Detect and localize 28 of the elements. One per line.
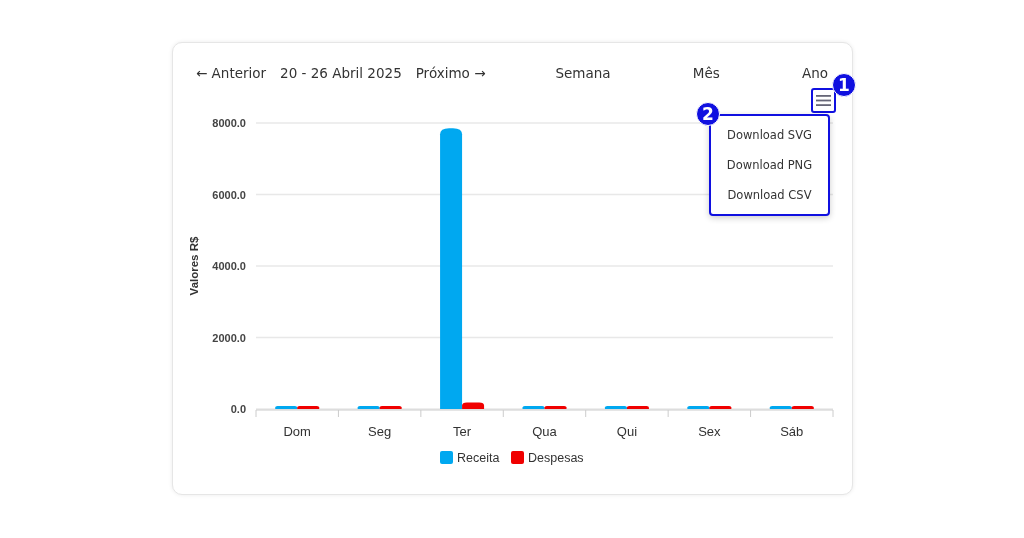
menu-item[interactable]: Download SVG <box>727 128 812 142</box>
x-tick-label: Dom <box>283 424 311 439</box>
x-tick-label: Qui <box>616 424 638 439</box>
y-tick-label: 4000.0 <box>212 260 246 272</box>
date-range: 20 - 26 Abril 2025 <box>280 65 402 81</box>
menu-button[interactable] <box>811 88 836 113</box>
next-button[interactable]: Próximo → <box>415 65 486 81</box>
menu-icon <box>816 95 831 106</box>
menu-item[interactable]: Download PNG <box>726 158 813 172</box>
legend-label[interactable]: Despesas <box>528 451 584 465</box>
period-button[interactable]: Mês <box>692 65 720 81</box>
x-tick-label: Ter <box>453 424 472 439</box>
period-button[interactable]: Ano <box>801 65 828 81</box>
menu-item[interactable]: Download CSV <box>727 188 812 202</box>
x-tick-label: Seg <box>368 424 392 439</box>
y-axis-title: Valores R$ <box>188 236 200 296</box>
y-tick-label: 8000.0 <box>212 117 246 129</box>
y-tick-label: 0.0 <box>230 403 246 415</box>
x-tick-label: Qua <box>532 424 557 439</box>
annotation-badge: 1 <box>832 73 856 97</box>
y-tick-label: 2000.0 <box>212 331 246 344</box>
y-tick-label: 6000.0 <box>212 188 246 201</box>
period-button[interactable]: Semana <box>555 65 611 81</box>
annotation-badge: 2 <box>696 102 720 126</box>
x-tick-label: Sáb <box>780 424 804 439</box>
legend-label[interactable]: Receita <box>457 451 500 465</box>
previous-button[interactable]: ← Anterior <box>196 65 267 81</box>
x-tick-label: Sex <box>698 424 721 439</box>
